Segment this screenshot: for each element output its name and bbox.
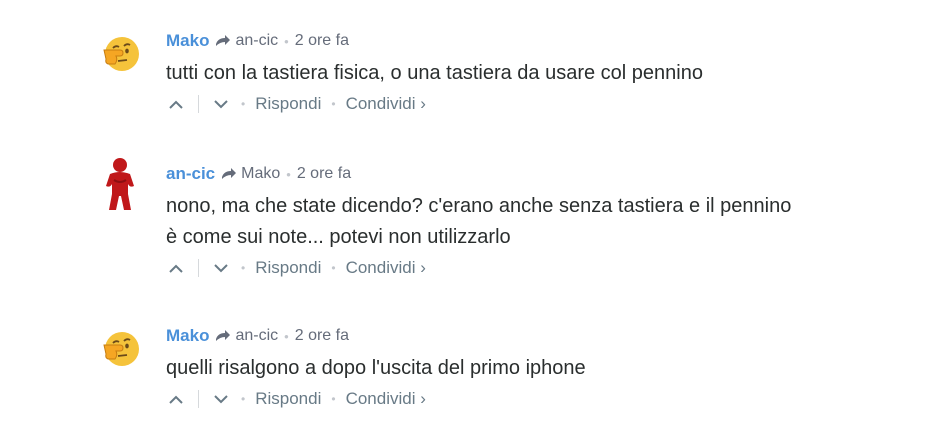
timestamp[interactable]: 2 ore fa [297,165,351,183]
comment-header: Mako an-cic • 2 ore fa [166,30,900,52]
chevron-up-icon [169,100,183,109]
separator-dot: • [331,392,336,406]
share-button[interactable]: Condividi › [346,389,426,409]
separator-dot: • [331,97,336,111]
avatar[interactable] [96,323,144,371]
separator-dot: • [284,33,289,49]
reply-arrow-icon [215,34,231,48]
reply-button[interactable]: Rispondi [255,94,321,114]
comment-line: quelli risalgono a dopo l'uscita del pri… [166,357,586,379]
comment-line: tutti con la tastiera fisica, o una tast… [166,62,703,84]
upvote-button[interactable] [166,257,186,279]
upvote-button[interactable] [166,388,186,410]
share-button[interactable]: Condividi › [346,94,426,114]
author-name[interactable]: Mako [166,31,209,51]
separator-dot: • [241,97,246,111]
downvote-button[interactable] [211,93,231,115]
reply-button[interactable]: Rispondi [255,258,321,278]
chevron-up-icon [169,264,183,273]
upvote-button[interactable] [166,93,186,115]
downvote-button[interactable] [211,257,231,279]
chevron-down-icon [214,263,228,272]
chevron-down-icon [214,99,228,108]
avatar[interactable] [96,158,144,210]
thinking-face-icon [103,37,139,71]
separator-dot: • [284,328,289,344]
comment-header: an-cic Mako • 2 ore fa [166,163,900,185]
downvote-button[interactable] [211,388,231,410]
comment-text: nono, ma che state dicendo? c'erano anch… [166,191,900,253]
separator-dot: • [241,261,246,275]
comment-footer: • Rispondi • Condividi › [166,387,900,411]
comment-text: tutti con la tastiera fisica, o una tast… [166,58,900,89]
thinking-face-icon [103,332,139,366]
timestamp[interactable]: 2 ore fa [295,32,349,50]
separator-dot: • [241,392,246,406]
comment-footer: • Rispondi • Condividi › [166,92,900,116]
timestamp[interactable]: 2 ore fa [295,327,349,345]
share-button[interactable]: Condividi › [346,258,426,278]
comment-line: nono, ma che state dicendo? c'erano anch… [166,195,792,217]
comment-footer: • Rispondi • Condividi › [166,256,900,280]
reply-arrow-icon [215,329,231,343]
avatar[interactable] [96,28,144,76]
comment-text: quelli risalgono a dopo l'uscita del pri… [166,353,900,384]
vote-divider [198,95,199,113]
author-name[interactable]: an-cic [166,164,215,184]
vote-divider [198,259,199,277]
reply-arrow-icon [221,167,237,181]
chevron-down-icon [214,394,228,403]
red-figure-icon [106,158,134,210]
comment-line: è come sui note... potevi non utilizzarl… [166,226,511,248]
reply-button[interactable]: Rispondi [255,389,321,409]
vote-divider [198,390,199,408]
comment-header: Mako an-cic • 2 ore fa [166,325,900,347]
separator-dot: • [331,261,336,275]
author-name[interactable]: Mako [166,326,209,346]
reply-target[interactable]: Mako [241,165,280,183]
separator-dot: • [286,166,291,182]
chevron-up-icon [169,395,183,404]
reply-target[interactable]: an-cic [235,327,278,345]
reply-target[interactable]: an-cic [235,32,278,50]
